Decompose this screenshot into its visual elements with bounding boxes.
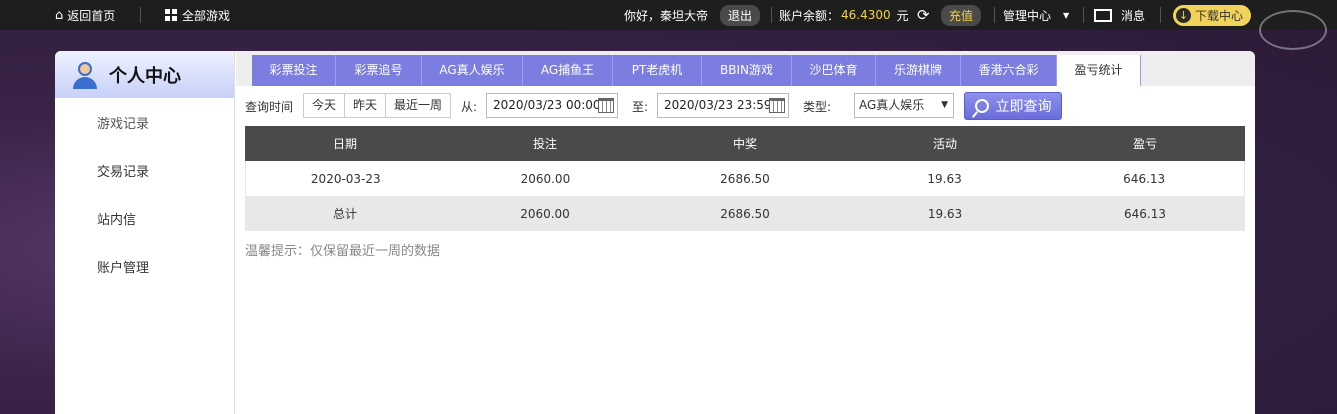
table-row: 2020-03-23 2060.00 2686.50 19.63 646.13 <box>245 161 1245 196</box>
cell-total-promo: 19.63 <box>927 206 963 221</box>
to-date-value: 2020/03/23 23:59 <box>664 98 772 112</box>
tip-text: 温馨提示：仅保留最近一周的数据 <box>245 244 441 259</box>
cell-promo: 19.63 <box>927 171 962 186</box>
from-label: 从: <box>461 100 478 114</box>
from-date-input[interactable]: 2020/03/23 00:00 <box>486 93 618 118</box>
cell-date: 2020-03-23 <box>310 171 381 186</box>
tab-pt-slots[interactable]: PT老虎机 <box>613 55 702 86</box>
mail-icon <box>1094 8 1112 22</box>
tab-saba-sports[interactable]: 沙巴体育 <box>792 55 876 86</box>
tab-bbin-games[interactable]: BBIN游戏 <box>702 55 792 86</box>
balance-value: 46.4300 <box>841 8 891 22</box>
logout-wrap: 退出 <box>720 0 761 30</box>
sidebar-item-account[interactable]: 账户管理 <box>55 245 234 293</box>
grid-icon <box>165 9 177 21</box>
table-header: 日期 投注 中奖 活动 盈亏 <box>245 126 1245 161</box>
watermark-logo <box>1259 10 1327 50</box>
calendar-icon[interactable] <box>769 98 785 113</box>
all-games-link[interactable]: 全部游戏 <box>165 0 230 30</box>
balance-label: 账户余额： <box>779 8 840 23</box>
manage-menu[interactable]: 管理中心 ▼ <box>1003 0 1069 30</box>
divider <box>994 7 995 23</box>
sidebar-header: 个人中心 <box>55 51 234 98</box>
today-button[interactable]: 今天 <box>303 93 345 118</box>
tab-bar: 彩票投注 彩票追号 AG真人娱乐 AG捕鱼王 PT老虎机 BBIN游戏 沙巴体育… <box>236 51 1255 86</box>
download-button[interactable]: ↓ 下载中心 <box>1173 4 1252 26</box>
content-area: 彩票投注 彩票追号 AG真人娱乐 AG捕鱼王 PT老虎机 BBIN游戏 沙巴体育… <box>236 51 1255 414</box>
tab-lottery-chase[interactable]: 彩票追号 <box>336 55 422 86</box>
cell-total-bet: 2060.00 <box>520 206 570 221</box>
type-label: 类型: <box>803 100 832 114</box>
cell-bet: 2060.00 <box>520 171 571 186</box>
balance: 账户余额： 46.4300 元 <box>779 0 909 30</box>
cell-total-label: 总计 <box>332 207 357 221</box>
home-icon: ⌂ <box>55 7 64 23</box>
sidebar-title: 个人中心 <box>109 65 181 87</box>
last-week-button[interactable]: 最近一周 <box>385 93 451 118</box>
refresh-icon[interactable]: ⟳ <box>917 0 930 30</box>
to-label: 至: <box>632 100 649 114</box>
table-total-row: 总计 2060.00 2686.50 19.63 646.13 <box>245 196 1245 231</box>
header-bet: 投注 <box>532 137 557 151</box>
header-win: 中奖 <box>732 137 757 151</box>
sidebar: 个人中心 游戏记录 交易记录 站内信 账户管理 <box>55 51 235 414</box>
query-time-label: 查询时间 <box>245 100 294 114</box>
sidebar-item-inbox[interactable]: 站内信 <box>55 197 234 245</box>
logout-button[interactable]: 退出 <box>720 4 761 26</box>
home-link[interactable]: ⌂ 返回首页 <box>55 0 115 30</box>
cell-total-win: 2686.50 <box>720 206 770 221</box>
yesterday-button[interactable]: 昨天 <box>344 93 386 118</box>
sidebar-item-transactions[interactable]: 交易记录 <box>55 149 234 197</box>
recharge-wrap: 充值 <box>941 0 982 30</box>
tab-lottery-bets[interactable]: 彩票投注 <box>252 55 336 86</box>
tab-leyou-chess[interactable]: 乐游棋牌 <box>876 55 961 86</box>
download-wrap: ↓ 下载中心 <box>1173 0 1252 30</box>
cell-win: 2686.50 <box>720 171 770 186</box>
chevron-down-icon: ▼ <box>941 100 948 110</box>
recharge-button[interactable]: 充值 <box>941 4 982 26</box>
messages-link[interactable]: 消息 <box>1094 0 1145 30</box>
query-row: 查询时间 今天 昨天 最近一周 从: 2020/03/23 00:00 至: 2… <box>236 92 1255 120</box>
tab-ag-fishing[interactable]: AG捕鱼王 <box>523 55 613 86</box>
to-date-input[interactable]: 2020/03/23 23:59 <box>657 93 789 118</box>
type-select-value: AG真人娱乐 <box>859 98 925 112</box>
query-submit-button[interactable]: 立即查询 <box>964 92 1062 120</box>
results-table: 日期 投注 中奖 活动 盈亏 2020-03-23 2060.00 2686.5… <box>245 126 1245 231</box>
messages-label: 消息 <box>1121 8 1146 23</box>
divider <box>1083 7 1084 23</box>
sidebar-item-game-records[interactable]: 游戏记录 <box>55 101 234 149</box>
calendar-icon[interactable] <box>598 98 614 113</box>
tab-hk-mark-six[interactable]: 香港六合彩 <box>961 55 1057 86</box>
cell-total-profit: 646.13 <box>1124 206 1166 221</box>
divider <box>1160 7 1161 23</box>
manage-label: 管理中心 <box>1003 8 1052 23</box>
divider <box>771 7 772 23</box>
header-promo: 活动 <box>932 137 957 151</box>
chevron-down-icon: ▼ <box>1063 10 1070 20</box>
type-select[interactable]: AG真人娱乐 ▼ <box>854 93 954 118</box>
all-games-label: 全部游戏 <box>182 8 231 23</box>
divider <box>140 7 141 23</box>
header-date: 日期 <box>332 137 357 151</box>
greeting: 你好，秦坦大帝 <box>624 8 709 23</box>
main-panel: 个人中心 游戏记录 交易记录 站内信 账户管理 彩票投注 彩票追号 AG真人娱乐… <box>55 51 1255 414</box>
tab-profit-loss[interactable]: 盈亏统计 <box>1057 55 1141 86</box>
query-submit-label: 立即查询 <box>995 99 1052 115</box>
home-label: 返回首页 <box>67 8 116 23</box>
search-icon <box>974 99 989 113</box>
header-profit: 盈亏 <box>1132 137 1157 151</box>
download-icon: ↓ <box>1176 7 1191 23</box>
user-avatar-icon <box>71 60 99 90</box>
top-bar: ⌂ 返回首页 全部游戏 你好，秦坦大帝 退出 账户余额： 46.4300 元 ⟳… <box>0 0 1337 30</box>
cell-profit: 646.13 <box>1123 171 1166 186</box>
download-label: 下载中心 <box>1195 8 1244 23</box>
currency-label: 元 <box>896 8 909 23</box>
tab-ag-live[interactable]: AG真人娱乐 <box>422 55 523 86</box>
from-date-value: 2020/03/23 00:00 <box>493 98 601 112</box>
